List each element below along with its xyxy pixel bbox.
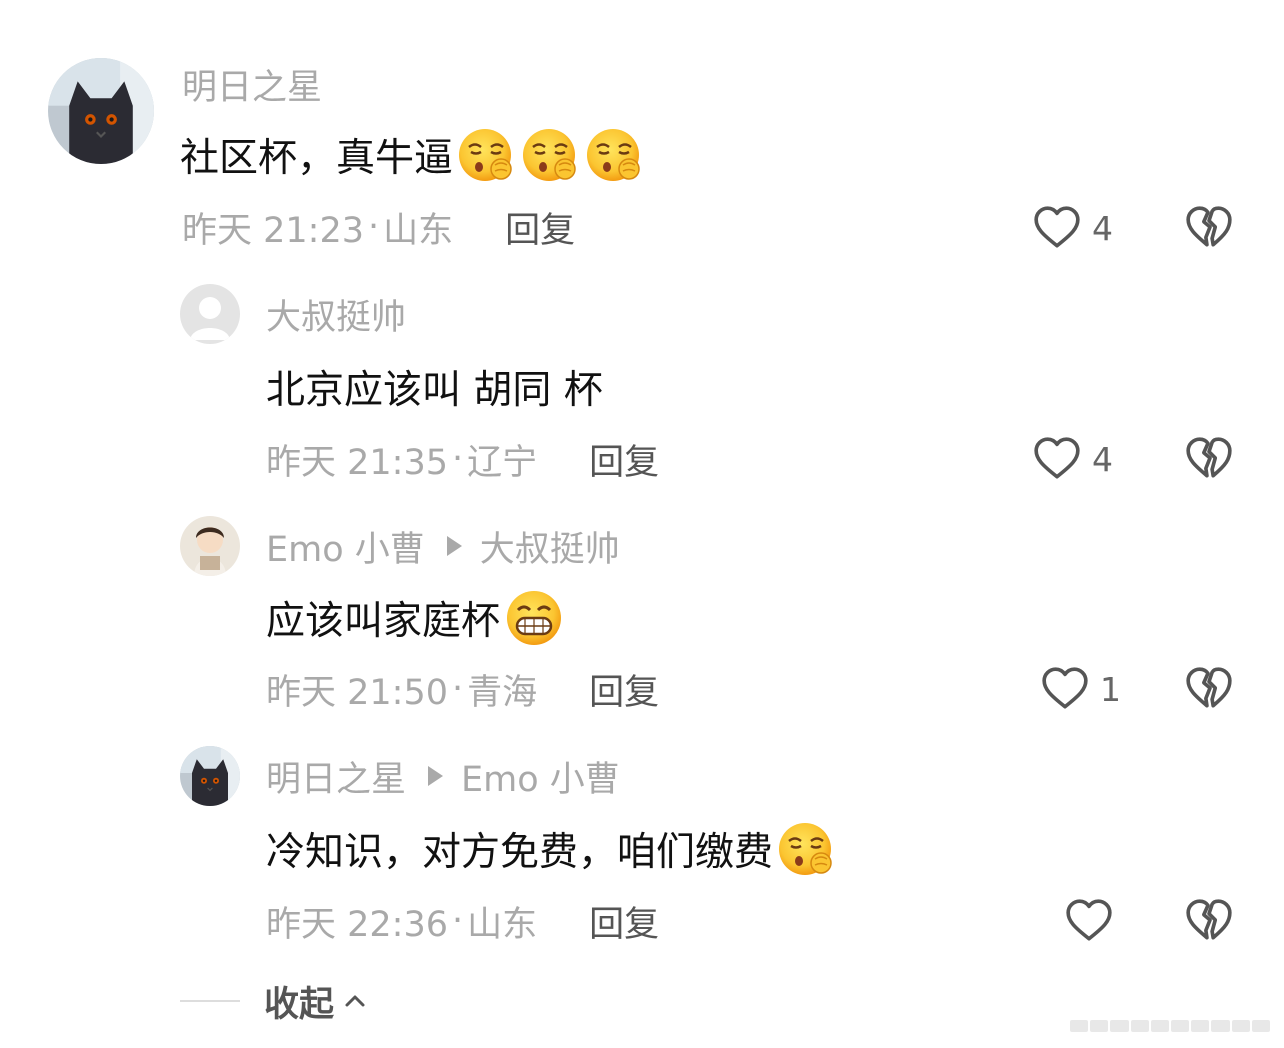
reply-target-name[interactable]: 大叔挺帅	[480, 521, 620, 572]
comment-body: 社区杯，真牛逼	[180, 136, 454, 181]
broken-heart-icon[interactable]	[1184, 896, 1234, 946]
reply-button[interactable]: 回复	[589, 896, 659, 947]
heart-icon	[1064, 896, 1114, 946]
comment-location: 青海	[467, 672, 538, 713]
comment-body: 冷知识，对方免费，咱们缴费	[266, 830, 774, 875]
broken-heart-icon[interactable]	[1184, 664, 1234, 714]
comment-body: 应该叫家庭杯	[266, 599, 501, 644]
comment-time: 昨天 22:36	[266, 904, 448, 945]
avatar[interactable]	[180, 284, 240, 344]
collapse-button[interactable]: 收起	[180, 976, 366, 1026]
heart-icon	[1040, 664, 1090, 714]
comment-text: 社区杯，真牛逼	[180, 124, 645, 186]
comment-location: 山东	[467, 904, 538, 945]
shush-face-icon	[585, 125, 645, 185]
reply-button[interactable]: 回复	[589, 664, 659, 715]
meta-separator: ·	[452, 901, 464, 941]
comment-location: 山东	[383, 210, 454, 251]
broken-heart-icon[interactable]	[1184, 434, 1234, 484]
shush-face-icon	[457, 125, 517, 185]
broken-heart-icon[interactable]	[1184, 203, 1234, 253]
comment-body: 北京应该叫 胡同 杯	[266, 368, 603, 413]
comment-author: Emo 小曹 大叔挺帅	[266, 522, 620, 570]
avatar[interactable]	[48, 58, 154, 164]
grin-face-icon	[504, 588, 564, 648]
like-button[interactable]: 1	[1040, 664, 1121, 714]
author-name[interactable]: 明日之星	[266, 751, 406, 802]
comment-meta: 昨天 21:23 · 山东 回复	[182, 202, 575, 252]
like-button[interactable]: 4	[1032, 203, 1113, 253]
avatar[interactable]	[180, 516, 240, 576]
comment-author: 明日之星 Emo 小曹	[266, 752, 620, 800]
avatar[interactable]	[180, 746, 240, 806]
reply-button[interactable]: 回复	[589, 434, 659, 485]
author-name[interactable]: Emo 小曹	[266, 521, 425, 572]
meta-separator: ·	[452, 669, 464, 709]
reply-button[interactable]: 回复	[505, 202, 575, 253]
comment-text: 冷知识，对方免费，咱们缴费	[266, 818, 837, 880]
cat-avatar-icon	[48, 58, 154, 164]
comment-meta: 昨天 21:50 · 青海 回复	[266, 664, 659, 714]
chevron-up-icon	[345, 995, 365, 1007]
shush-face-icon	[777, 819, 837, 879]
meta-separator: ·	[452, 439, 464, 479]
default-avatar-icon	[180, 284, 240, 344]
like-button[interactable]: 4	[1032, 434, 1113, 484]
scroll-indicator	[1070, 1020, 1271, 1032]
comment-time: 昨天 21:50	[266, 672, 448, 713]
cat-avatar-icon	[180, 746, 240, 806]
reply-arrow-icon	[446, 536, 462, 556]
comment-time: 昨天 21:23	[182, 210, 364, 251]
comment-meta: 昨天 22:36 · 山东 回复	[266, 896, 659, 946]
comment-text: 应该叫家庭杯	[266, 587, 564, 649]
like-button[interactable]	[1064, 896, 1114, 946]
heart-icon	[1032, 434, 1082, 484]
reply-arrow-icon	[428, 766, 444, 786]
emo-avatar-icon	[180, 516, 240, 576]
comment-meta: 昨天 21:35 · 辽宁 回复	[266, 434, 659, 484]
comment-author[interactable]: 明日之星	[182, 60, 322, 108]
comment-text: 北京应该叫 胡同 杯	[266, 356, 603, 418]
divider	[180, 1000, 240, 1002]
reply-target-name[interactable]: Emo 小曹	[461, 751, 620, 802]
author-name[interactable]: 明日之星	[182, 59, 322, 110]
collapse-label[interactable]: 收起	[264, 976, 334, 1027]
like-count: 1	[1100, 669, 1121, 709]
comment-time: 昨天 21:35	[266, 442, 448, 483]
author-name[interactable]: 大叔挺帅	[266, 289, 406, 340]
like-count: 4	[1092, 208, 1113, 248]
meta-separator: ·	[368, 207, 380, 247]
comment-location: 辽宁	[467, 442, 538, 483]
shush-face-icon	[521, 125, 581, 185]
heart-icon	[1032, 203, 1082, 253]
comment-author[interactable]: 大叔挺帅	[266, 290, 406, 338]
like-count: 4	[1092, 439, 1113, 479]
